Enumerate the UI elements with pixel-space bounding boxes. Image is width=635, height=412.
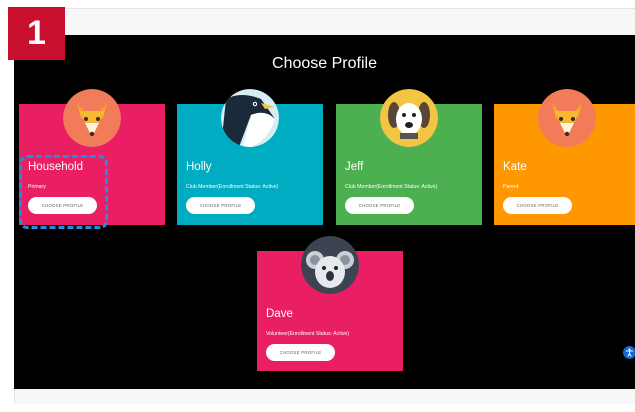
- page-title: Choose Profile: [272, 55, 377, 72]
- choose-profile-button[interactable]: CHOOSE PROFILE: [345, 197, 414, 214]
- choose-profile-button[interactable]: CHOOSE PROFILE: [503, 197, 572, 214]
- profile-role: Volunteer(Enrollment Status: Active): [266, 331, 350, 337]
- profile-card-jeff[interactable]: Jeff Club Member(Enrollment Status: Acti…: [336, 89, 482, 225]
- profile-name: Jeff: [345, 161, 364, 173]
- profile-name: Dave: [266, 308, 293, 320]
- profile-name: Kate: [503, 161, 527, 173]
- highlight-callout: [19, 155, 108, 229]
- choose-profile-button[interactable]: CHOOSE PROFILE: [266, 344, 335, 361]
- fox-icon: [63, 89, 121, 147]
- profile-card-holly[interactable]: Holly Club Member(Enrollment Status: Act…: [177, 89, 323, 225]
- profile-role: Club Member(Enrollment Status: Active): [345, 184, 438, 190]
- penguin-icon: [221, 89, 279, 147]
- fox-icon: [538, 89, 596, 147]
- choose-profile-button[interactable]: CHOOSE PROFILE: [186, 197, 255, 214]
- page: 1 Choose Profile Household Primary CHOOS…: [0, 0, 635, 412]
- profile-role: Parent: [503, 184, 519, 190]
- dog-icon: [380, 89, 438, 147]
- profile-card-kate[interactable]: Kate Parent CHOOSE PROFILE: [494, 89, 635, 225]
- koala-icon: [301, 236, 359, 294]
- accessibility-icon[interactable]: [623, 346, 635, 359]
- profile-name: Holly: [186, 161, 212, 173]
- profile-role: Club Member(Enrollment Status: Active): [186, 184, 279, 190]
- step-number-badge: 1: [8, 7, 65, 60]
- profile-card-dave[interactable]: Dave Volunteer(Enrollment Status: Active…: [257, 236, 403, 371]
